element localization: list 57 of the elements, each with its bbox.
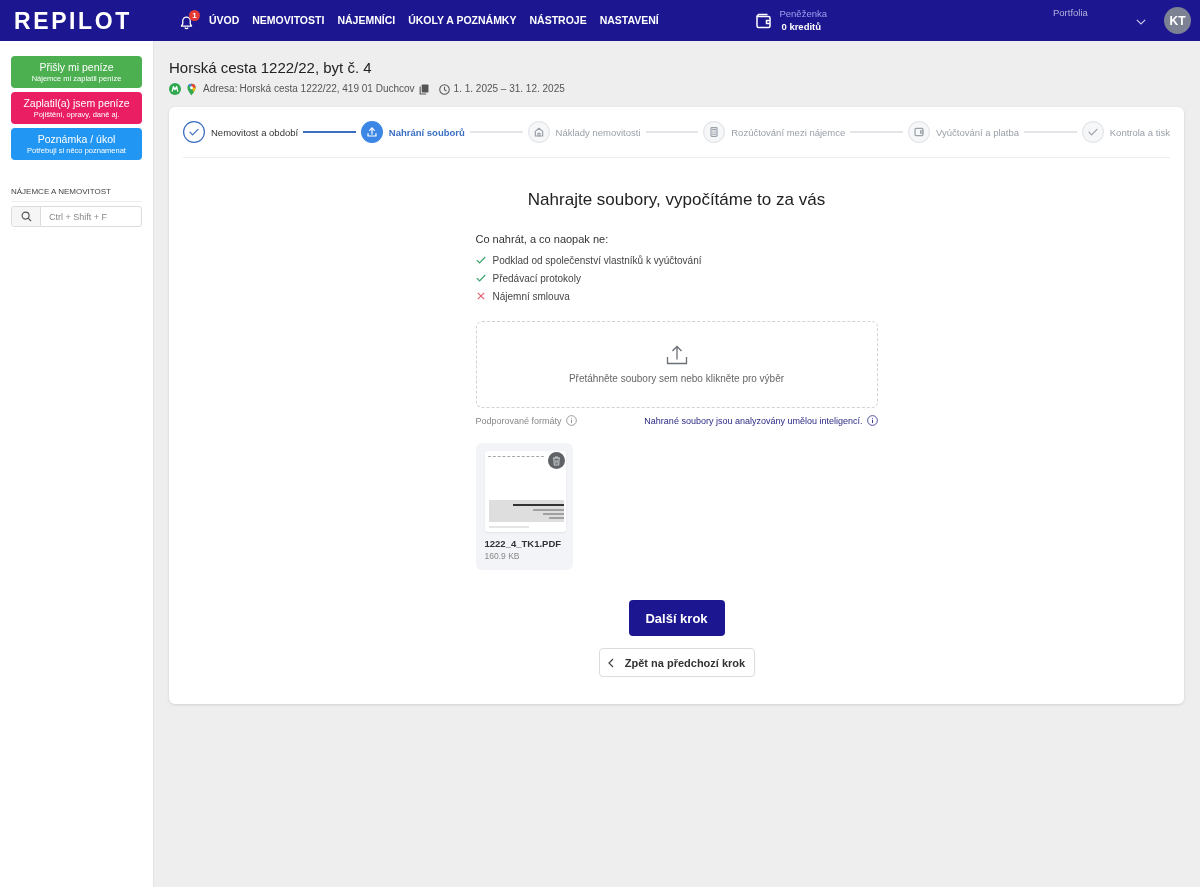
map-link-icon[interactable] <box>169 83 181 95</box>
guide-title: Co nahrát, a co naopak ne: <box>475 232 610 246</box>
upload-heading: Nahrajte soubory, vypočítáme to za vás <box>526 190 827 210</box>
nav-link[interactable]: NASTAVENÍ <box>599 9 659 32</box>
clock-icon <box>438 83 450 95</box>
trash-icon <box>551 455 561 466</box>
house-icon[interactable] <box>527 121 550 143</box>
chevron-down-icon <box>1136 18 1146 25</box>
address-text: Horská cesta 1222/22, 419 01 Duchcov <box>239 82 415 96</box>
nav-link[interactable]: NÁJEMNÍCI <box>337 9 396 32</box>
back-button[interactable]: Zpět na předchozí krok <box>598 648 755 677</box>
nav-link[interactable]: ÚVOD <box>208 9 240 32</box>
delete-button[interactable] <box>547 452 565 469</box>
check-icon[interactable] <box>183 121 205 143</box>
notification-badge: 1 <box>188 9 200 21</box>
info-icon[interactable] <box>565 415 577 426</box>
logo[interactable]: REPILOT <box>14 8 132 33</box>
step-label: Kontrola a tisk <box>1109 126 1170 138</box>
portfolio-select[interactable]: Portfolia <box>1053 4 1150 37</box>
calculator-icon[interactable] <box>703 121 726 143</box>
bell-icon <box>178 14 194 30</box>
formats-label: Podporované formáty <box>475 415 562 426</box>
address-label: Adresa: <box>203 82 238 96</box>
section-label: NÁJEMCE A NEMOVITOST <box>11 187 142 202</box>
search-input[interactable]: Ctrl + Shift + F <box>41 207 141 226</box>
upload-icon <box>665 345 688 365</box>
nav-link[interactable]: ÚKOLY A POZNÁMKY <box>408 9 517 32</box>
chevron-left-icon <box>607 657 614 668</box>
info-icon[interactable] <box>866 415 878 426</box>
guide-text: Nájemní smlouva <box>492 290 570 302</box>
guide-text: Předávací protokoly <box>492 272 581 284</box>
search-field[interactable]: Ctrl + Shift + F <box>11 206 142 227</box>
guide-text: Podklad od společenství vlastníků k vyúčtování <box>492 254 702 266</box>
dropzone[interactable]: Přetáhněte soubory sem nebo klikněte pro výběr <box>475 321 878 408</box>
upload-icon[interactable] <box>360 121 383 143</box>
ai-notice: Nahrané soubory jsou analyzovány umělou inteligencí. <box>644 415 863 426</box>
map-pin-icon[interactable] <box>187 82 196 96</box>
property-title: Horská cesta 1222/22, byt č. 4 <box>169 58 373 78</box>
step-label: Nahrání souborů <box>388 126 465 138</box>
step-label: Vyúčtování a platba <box>936 126 1020 138</box>
wallet-icon[interactable] <box>755 12 774 29</box>
nav-link[interactable]: NEMOVITOSTI <box>252 9 325 32</box>
step-label: Nemovitost a období <box>211 126 299 138</box>
file-card[interactable]: 1222_4_TK1.PDF 160.9 KB <box>475 443 573 570</box>
wallet-balance: 0 kreditů <box>781 20 823 33</box>
file-size: 160.9 KB <box>484 550 521 562</box>
next-step-button[interactable]: Další krok <box>628 600 725 636</box>
step-label: Náklady nemovitosti <box>555 126 641 138</box>
notifications-button[interactable]: 1 <box>177 7 200 34</box>
copy-icon[interactable] <box>418 83 429 95</box>
step-label: Rozúčtování mezi nájemce <box>731 126 846 138</box>
period-text: 1. 1. 2025 – 31. 12. 2025 <box>453 82 565 96</box>
avatar[interactable]: KT <box>1164 7 1191 34</box>
wallet-label: Peněženka <box>779 8 827 20</box>
file-name: 1222_4_TK1.PDF <box>484 538 563 550</box>
search-icon <box>20 211 32 222</box>
nav-link[interactable]: NÁSTROJE <box>529 9 587 32</box>
